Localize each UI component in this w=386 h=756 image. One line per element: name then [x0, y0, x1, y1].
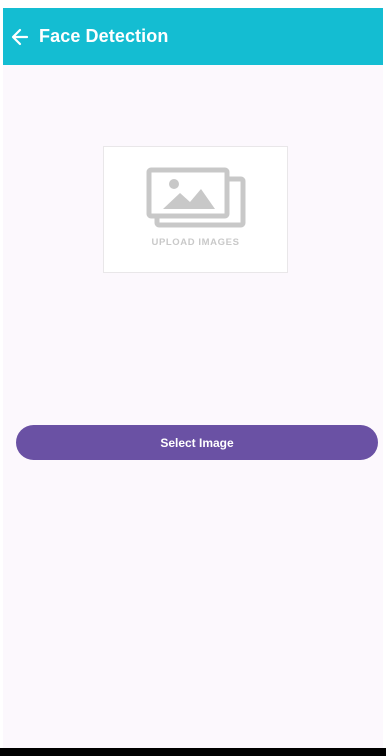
system-navigation-bar — [0, 748, 386, 756]
back-button[interactable] — [5, 8, 35, 65]
app-bar: Face Detection — [3, 8, 383, 65]
app-screen: Face Detection UPLOAD IMAGES Select Imag… — [3, 8, 383, 748]
select-image-button[interactable]: Select Image — [16, 425, 378, 460]
image-stack-icon — [146, 167, 246, 228]
arrow-left-icon — [11, 28, 29, 45]
page-title: Face Detection — [39, 26, 169, 46]
upload-images-label: UPLOAD IMAGES — [151, 237, 240, 248]
upload-image-placeholder[interactable]: UPLOAD IMAGES — [103, 146, 288, 273]
